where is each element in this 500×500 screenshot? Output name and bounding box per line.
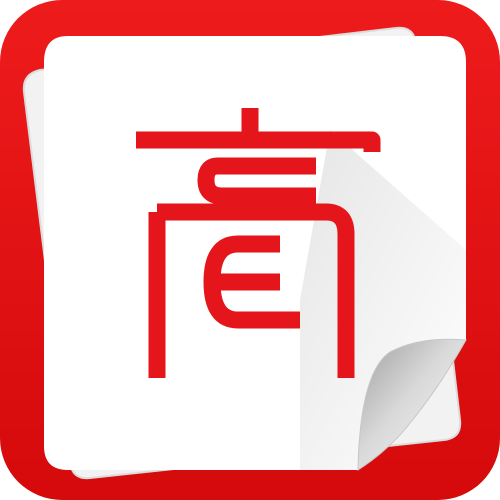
app-icon[interactable]: [0, 0, 500, 500]
